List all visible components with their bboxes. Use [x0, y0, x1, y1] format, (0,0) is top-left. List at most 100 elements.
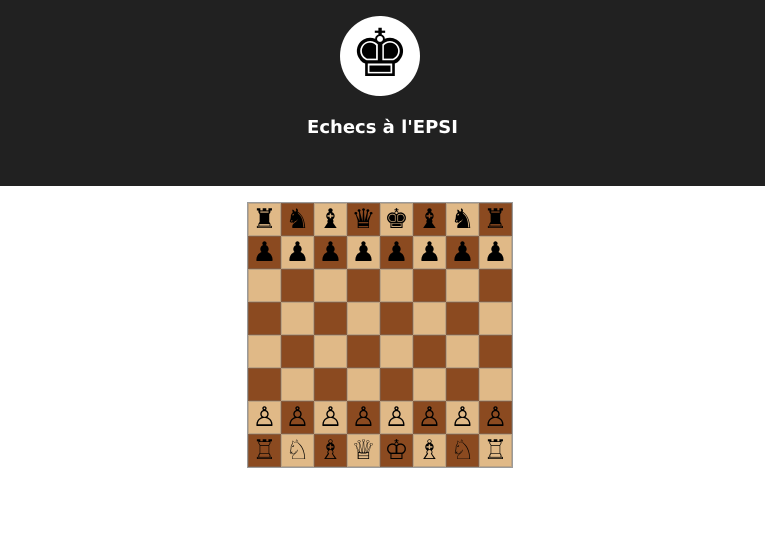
- white-pawn-icon[interactable]: ♙: [351, 404, 375, 431]
- black-bishop-icon[interactable]: ♝: [318, 206, 342, 233]
- square-b1[interactable]: ♘: [281, 434, 314, 467]
- black-pawn-icon[interactable]: ♟: [252, 239, 276, 266]
- black-pawn-icon[interactable]: ♟: [285, 239, 309, 266]
- square-f7[interactable]: ♟: [413, 236, 446, 269]
- square-h8[interactable]: ♜: [479, 203, 512, 236]
- black-pawn-icon[interactable]: ♟: [483, 239, 507, 266]
- square-g8[interactable]: ♞: [446, 203, 479, 236]
- square-d3[interactable]: [347, 368, 380, 401]
- square-f2[interactable]: ♙: [413, 401, 446, 434]
- square-e1[interactable]: ♔: [380, 434, 413, 467]
- square-g7[interactable]: ♟: [446, 236, 479, 269]
- black-rook-icon[interactable]: ♜: [483, 206, 507, 233]
- square-d1[interactable]: ♕: [347, 434, 380, 467]
- black-pawn-icon[interactable]: ♟: [384, 239, 408, 266]
- square-d8[interactable]: ♛: [347, 203, 380, 236]
- white-rook-icon[interactable]: ♖: [483, 437, 507, 464]
- square-e8[interactable]: ♚: [380, 203, 413, 236]
- square-g3[interactable]: [446, 368, 479, 401]
- white-pawn-icon[interactable]: ♙: [252, 404, 276, 431]
- square-d4[interactable]: [347, 335, 380, 368]
- white-pawn-icon[interactable]: ♙: [483, 404, 507, 431]
- square-b2[interactable]: ♙: [281, 401, 314, 434]
- white-bishop-icon[interactable]: ♗: [417, 437, 441, 464]
- square-f5[interactable]: [413, 302, 446, 335]
- black-king-icon[interactable]: ♚: [384, 206, 408, 233]
- square-b6[interactable]: [281, 269, 314, 302]
- square-e4[interactable]: [380, 335, 413, 368]
- square-e5[interactable]: [380, 302, 413, 335]
- square-e7[interactable]: ♟: [380, 236, 413, 269]
- square-d5[interactable]: [347, 302, 380, 335]
- square-d6[interactable]: [347, 269, 380, 302]
- square-f3[interactable]: [413, 368, 446, 401]
- square-a6[interactable]: [248, 269, 281, 302]
- white-pawn-icon[interactable]: ♙: [285, 404, 309, 431]
- square-c3[interactable]: [314, 368, 347, 401]
- square-e3[interactable]: [380, 368, 413, 401]
- page-title: Echecs à l'EPSI: [307, 117, 458, 138]
- square-a8[interactable]: ♜: [248, 203, 281, 236]
- square-e6[interactable]: [380, 269, 413, 302]
- square-c1[interactable]: ♗: [314, 434, 347, 467]
- black-pawn-icon[interactable]: ♟: [417, 239, 441, 266]
- square-a1[interactable]: ♖: [248, 434, 281, 467]
- chess-board: ♜ ♞ ♝ ♛ ♚ ♝ ♞ ♜ ♟ ♟ ♟ ♟ ♟ ♟ ♟ ♟ ♙ ♙ ♙ ♙ ♙ ♙ ♙ ♙ ♖ ♘ ♗ ♕ ♔ ♗ ♘ ♖: [247, 202, 513, 468]
- square-c4[interactable]: [314, 335, 347, 368]
- black-rook-icon[interactable]: ♜: [252, 206, 276, 233]
- square-f4[interactable]: [413, 335, 446, 368]
- black-knight-icon[interactable]: ♞: [450, 206, 474, 233]
- header: ♚ Echecs à l'EPSI: [0, 0, 765, 186]
- square-h6[interactable]: [479, 269, 512, 302]
- king-icon: ♚: [350, 15, 410, 92]
- square-b7[interactable]: ♟: [281, 236, 314, 269]
- white-pawn-icon[interactable]: ♙: [384, 404, 408, 431]
- square-c7[interactable]: ♟: [314, 236, 347, 269]
- square-d2[interactable]: ♙: [347, 401, 380, 434]
- white-knight-icon[interactable]: ♘: [285, 437, 309, 464]
- square-c6[interactable]: [314, 269, 347, 302]
- square-e2[interactable]: ♙: [380, 401, 413, 434]
- square-a4[interactable]: [248, 335, 281, 368]
- square-d7[interactable]: ♟: [347, 236, 380, 269]
- black-knight-icon[interactable]: ♞: [285, 206, 309, 233]
- white-knight-icon[interactable]: ♘: [450, 437, 474, 464]
- square-h4[interactable]: [479, 335, 512, 368]
- square-g1[interactable]: ♘: [446, 434, 479, 467]
- square-a7[interactable]: ♟: [248, 236, 281, 269]
- square-h3[interactable]: [479, 368, 512, 401]
- square-c8[interactable]: ♝: [314, 203, 347, 236]
- square-g2[interactable]: ♙: [446, 401, 479, 434]
- white-rook-icon[interactable]: ♖: [252, 437, 276, 464]
- square-h1[interactable]: ♖: [479, 434, 512, 467]
- square-g6[interactable]: [446, 269, 479, 302]
- square-a2[interactable]: ♙: [248, 401, 281, 434]
- square-b4[interactable]: [281, 335, 314, 368]
- white-king-icon[interactable]: ♔: [384, 437, 408, 464]
- square-b5[interactable]: [281, 302, 314, 335]
- square-h2[interactable]: ♙: [479, 401, 512, 434]
- square-f8[interactable]: ♝: [413, 203, 446, 236]
- black-queen-icon[interactable]: ♛: [351, 206, 375, 233]
- square-c2[interactable]: ♙: [314, 401, 347, 434]
- square-h5[interactable]: [479, 302, 512, 335]
- white-bishop-icon[interactable]: ♗: [318, 437, 342, 464]
- square-h7[interactable]: ♟: [479, 236, 512, 269]
- black-pawn-icon[interactable]: ♟: [450, 239, 474, 266]
- square-g5[interactable]: [446, 302, 479, 335]
- square-a3[interactable]: [248, 368, 281, 401]
- square-a5[interactable]: [248, 302, 281, 335]
- square-f1[interactable]: ♗: [413, 434, 446, 467]
- white-pawn-icon[interactable]: ♙: [318, 404, 342, 431]
- square-c5[interactable]: [314, 302, 347, 335]
- square-g4[interactable]: [446, 335, 479, 368]
- white-queen-icon[interactable]: ♕: [351, 437, 375, 464]
- black-pawn-icon[interactable]: ♟: [318, 239, 342, 266]
- black-pawn-icon[interactable]: ♟: [351, 239, 375, 266]
- square-b3[interactable]: [281, 368, 314, 401]
- white-pawn-icon[interactable]: ♙: [417, 404, 441, 431]
- square-f6[interactable]: [413, 269, 446, 302]
- white-pawn-icon[interactable]: ♙: [450, 404, 474, 431]
- black-bishop-icon[interactable]: ♝: [417, 206, 441, 233]
- square-b8[interactable]: ♞: [281, 203, 314, 236]
